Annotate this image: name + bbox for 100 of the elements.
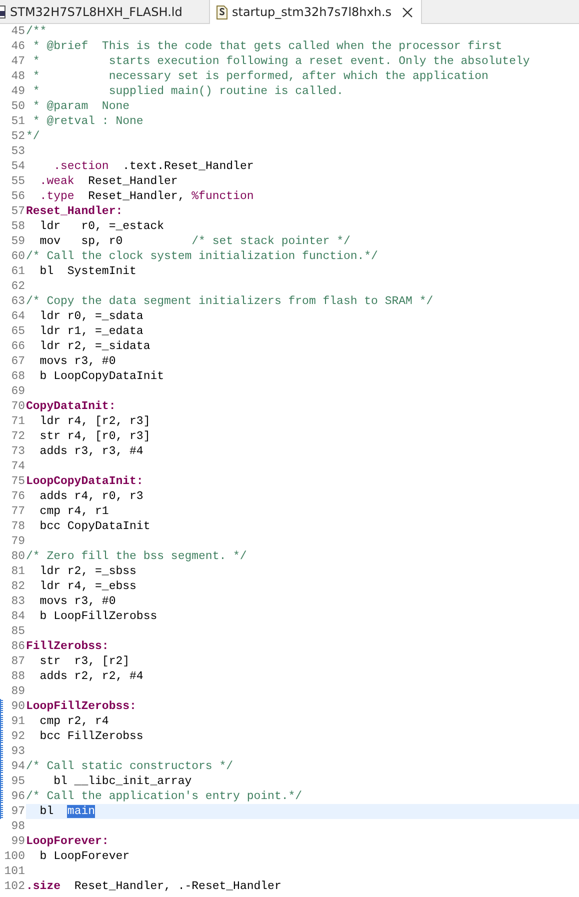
line-number: 101 [3,864,26,879]
code-line: bl __libc_init_array [52,774,193,789]
line-number: 86 [10,639,26,654]
code-line: ldr r2, =_sidata [38,339,152,354]
code-line: LoopCopyDataInit: [26,474,144,489]
line-number: 50 [10,99,26,114]
code-line: str r3, [r2] [38,654,131,669]
line-number: 83 [10,594,26,609]
code-line: * supplied main() routine is called. [32,84,344,99]
editor-tab[interactable]: startup_stm32h7s7l8hxh.s [210,0,422,24]
line-number: 98 [10,819,26,834]
line-number: 60 [10,249,26,264]
code-line: /* Call the clock system initialization function.*/ [26,249,379,264]
line-number: 58 [10,219,26,234]
line-number: 65 [10,324,26,339]
line-number: 81 [10,564,26,579]
line-number: 59 [10,234,26,249]
line-number: 87 [10,654,26,669]
line-number: 51 [10,114,26,129]
line-number: 47 [10,54,26,69]
code-line: * necessary set is performed, after which the application [32,69,490,84]
line-number: 74 [10,459,26,474]
code-line: adds r4, r0, r3 [38,489,144,504]
line-number: 90 [10,699,26,714]
line-number: 70 [10,399,26,414]
file-icon [216,4,228,20]
code-line: str r4, [r0, r3] [38,429,152,444]
line-number: 61 [10,264,26,279]
line-number: 92 [10,729,26,744]
line-number: 64 [10,309,26,324]
code-line: mov sp, r0 /* set stack pointer */ [38,234,352,249]
code-line: LoopFillZerobss: [26,699,138,714]
line-number: 57 [10,204,26,219]
code-line: cmp r4, r1 [38,504,110,519]
line-number: 69 [10,384,26,399]
line-number: 78 [10,519,26,534]
line-number: 93 [10,744,26,759]
line-number: 56 [10,189,26,204]
line-number: 84 [10,609,26,624]
line-number: 99 [10,834,26,849]
line-number: 96 [10,789,26,804]
code-line: */ [26,129,41,144]
line-number: 52 [10,129,26,144]
line-number: 88 [10,669,26,684]
code-line: .section .text.Reset_Handler [52,159,255,174]
line-number: 45 [10,24,26,39]
code-line: adds r2, r2, #4 [38,669,144,684]
line-number: 73 [10,444,26,459]
code-line: .type Reset_Handler, %function [38,189,255,204]
line-number: 62 [10,279,26,294]
line-number: 53 [10,144,26,159]
line-number: 68 [10,369,26,384]
code-line: .size Reset_Handler, .-Reset_Handler [26,879,282,894]
code-line: * @param None [32,99,131,114]
code-line: adds r3, r3, #4 [38,444,144,459]
line-number: 102 [3,879,26,894]
line-number: 95 [10,774,26,789]
line-number: 49 [10,84,26,99]
close-icon[interactable] [402,6,413,18]
code-line: /* Copy the data segment initializers from flash to SRAM */ [26,294,434,309]
line-number: 91 [10,714,26,729]
code-line: cmp r2, r4 [38,714,110,729]
code-line: .weak Reset_Handler [38,174,179,189]
line-number: 54 [10,159,26,174]
line-number: 97 [10,804,26,819]
line-number: 71 [10,414,26,429]
line-number: 76 [10,489,26,504]
line-number: 77 [10,504,26,519]
code-line: LoopForever: [26,834,110,849]
line-number: 94 [10,759,26,774]
code-line: * @brief This is the code that gets called when the processor first [32,39,504,54]
code-line: /** [26,24,48,39]
code-line: Reset_Handler: [26,204,124,219]
line-number: 100 [3,849,26,864]
code-line: ldr r0, =_sdata [38,309,144,324]
code-line: /* Call static constructors */ [26,759,234,774]
line-number: 48 [10,69,26,84]
code-line: movs r3, #0 [38,354,117,369]
code-line: /* Zero fill the bss segment. */ [26,549,248,564]
line-number: 79 [10,534,26,549]
line-number: 63 [10,294,26,309]
code-line: b LoopForever [38,849,131,864]
code-line: ldr r2, =_sbss [38,564,138,579]
code-line: * starts execution following a reset event. Only the absolutely [32,54,531,69]
line-number: 75 [10,474,26,489]
code-line: CopyDataInit: [26,399,117,414]
line-number: 66 [10,339,26,354]
code-line: /* Call the application's entry point.*/ [26,789,304,804]
editor-tab[interactable]: STM32H7S7L8HXH_FLASH.ld [0,0,210,23]
code-line: b LoopFillZerobss [38,609,158,624]
line-number: 89 [10,684,26,699]
code-line: bl SystemInit [38,264,138,279]
code-line: movs r3, #0 [38,594,117,609]
code-line: ldr r0, =_estack [38,219,166,234]
code-line: ldr r4, [r2, r3] [38,414,152,429]
code-line: * @retval : None [32,114,144,129]
line-number: 55 [10,174,26,189]
line-number: 80 [10,549,26,564]
line-number: 46 [10,39,26,54]
code-line: ldr r1, =_edata [38,324,144,339]
